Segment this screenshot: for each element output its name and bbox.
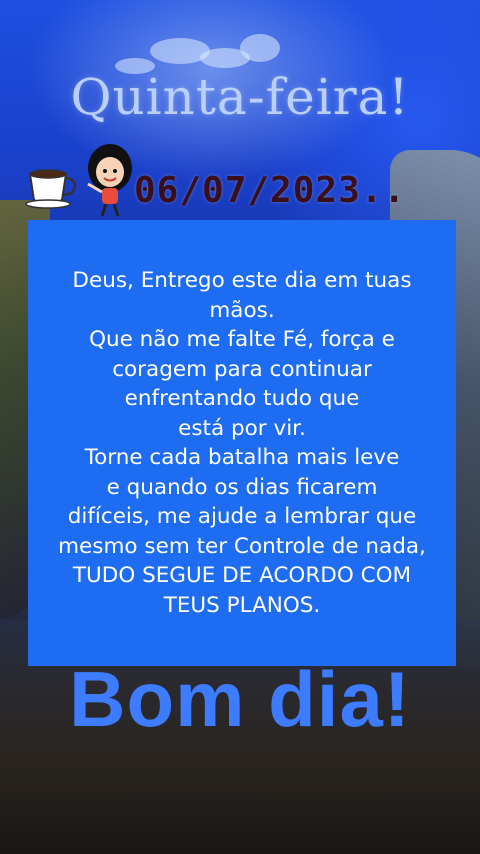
coffee-cup-icon	[25, 169, 77, 209]
message-line: coragem para continuar	[112, 356, 372, 382]
message-line: Deus, Entrego este dia em tuas	[72, 268, 412, 293]
message-box: Deus, Entrego este dia em tuas mãos. Que…	[28, 220, 456, 666]
message-line: e quando os dias ficarem	[106, 474, 378, 500]
message-line: enfrentando tudo que	[124, 386, 360, 411]
message-line: mãos.	[209, 297, 275, 323]
good-morning-footer: Bom dia!	[69, 655, 411, 743]
message-line: TEUS PLANOS.	[163, 592, 321, 618]
message-line: Torne cada batalha mais leve	[84, 445, 400, 470]
cloud	[240, 34, 280, 62]
day-title: Quinta-feira!	[70, 68, 410, 126]
message-line: Que não me falte Fé, força e	[89, 327, 395, 352]
cartoon-girl-icon	[87, 144, 132, 217]
message-line: TUDO SEGUE DE ACORDO COM	[72, 563, 412, 588]
message-line: está por vir.	[178, 415, 306, 441]
message-line: mesmo sem ter Controle de nada,	[58, 533, 426, 559]
message-line: difíceis, me ajude a lembrar que	[67, 504, 417, 529]
date-label: 06/07/2023..	[134, 170, 407, 211]
